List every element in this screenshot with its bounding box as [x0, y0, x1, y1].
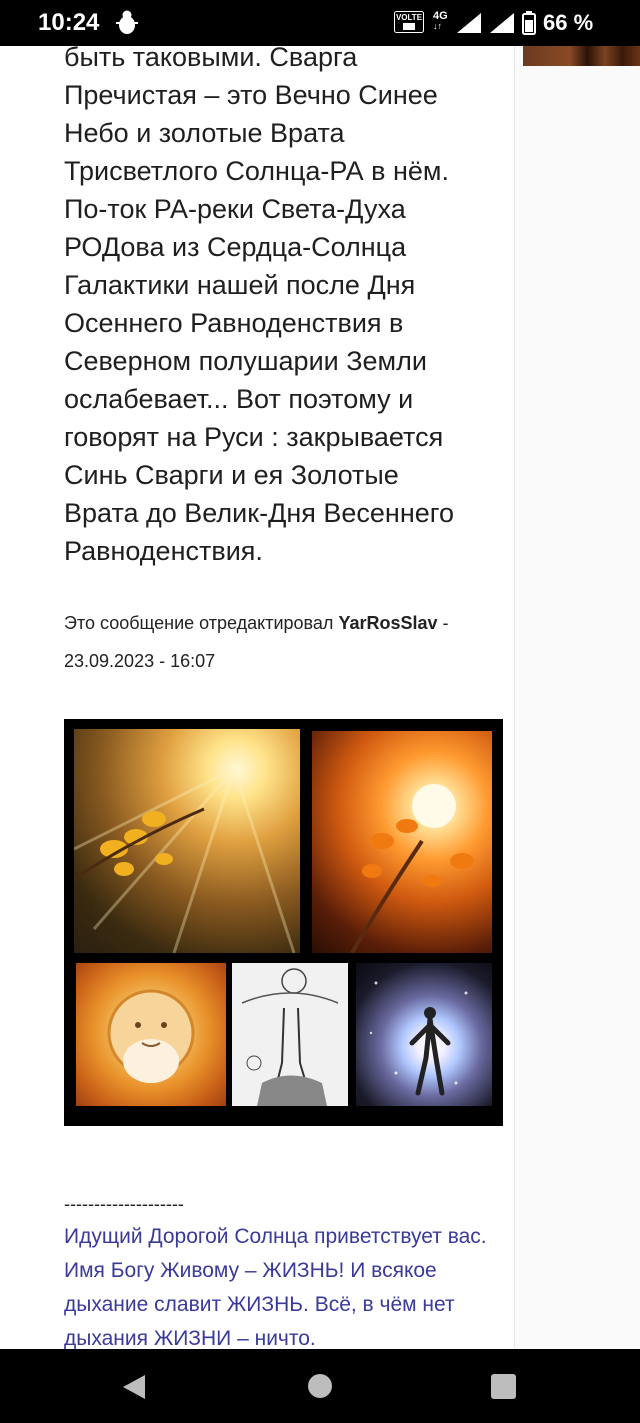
edit-note: Это сообщение отредактировал YarRosSlav …: [64, 604, 504, 680]
edit-user-link[interactable]: YarRosSlav: [338, 613, 437, 633]
svg-text:VOLTE: VOLTE: [396, 13, 423, 22]
signature-separator: --------------------: [64, 1194, 184, 1214]
post-line: говорят на Руси : закрывается: [64, 422, 444, 452]
battery-percent: 66 %: [543, 10, 594, 35]
volte-icon: VOLTE: [394, 11, 424, 33]
post-line: Трисветлого Солнца-РА в нём.: [64, 156, 449, 186]
signature-text: Идущий Дорогой Солнца приветствует вас. …: [64, 1225, 487, 1349]
post-line: Синь Сварги и ея Золотые: [64, 460, 399, 490]
post-line: Осеннего Равноденствия в: [64, 308, 404, 338]
photo-light-figure: [356, 963, 492, 1106]
photo-sketch-figure: [232, 963, 348, 1106]
edit-prefix: Это сообщение отредактировал: [64, 613, 334, 633]
back-icon[interactable]: [121, 1373, 147, 1406]
edit-datetime: 23.09.2023 - 16:07: [64, 651, 216, 671]
post-image-collage[interactable]: [64, 719, 503, 1126]
battery-icon: [522, 11, 536, 40]
photo-autumn-leaves: [74, 729, 300, 953]
post-line: быть таковыми. Сварга: [64, 46, 358, 72]
home-icon[interactable]: [307, 1373, 333, 1404]
post-line: ослабевает... Вот поэтому и: [64, 384, 414, 414]
signal-icon: [490, 13, 514, 38]
bug-icon: [116, 10, 138, 41]
status-bar: 10:24 VOLTE 4G ↓↑ 66 %: [0, 0, 640, 46]
recents-icon[interactable]: [491, 1374, 516, 1404]
post-column: быть таковыми. Сварга Пречистая – это Ве…: [0, 46, 515, 1349]
network-type: 4G ↓↑: [433, 10, 448, 32]
sidebar-thumbnail[interactable]: [523, 46, 640, 66]
photo-sun-face: [76, 963, 226, 1106]
status-time: 10:24: [38, 9, 100, 36]
photo-sun-branch: [312, 731, 492, 953]
post-line: По-ток РА-реки Света-Духа: [64, 194, 406, 224]
post-line: Небо и золотые Врата: [64, 118, 345, 148]
signal-icon: [457, 13, 481, 38]
post-line: Пречистая – это Вечно Синее: [64, 80, 438, 110]
post-line: Врата до Велик-Дня Весеннего: [64, 498, 455, 528]
post-line: РОДова из Сердца-Солнца: [64, 232, 407, 262]
navigation-bar: [0, 1349, 640, 1423]
post-body: быть таковыми. Сварга Пречистая – это Ве…: [64, 46, 504, 570]
post-line: Галактики нашей после Дня: [64, 270, 416, 300]
post-line: Равноденствия.: [64, 536, 263, 566]
post-line: Северном полушарии Земли: [64, 346, 427, 376]
edit-separator: -: [437, 613, 449, 633]
page-content[interactable]: быть таковыми. Сварга Пречистая – это Ве…: [0, 46, 640, 1349]
